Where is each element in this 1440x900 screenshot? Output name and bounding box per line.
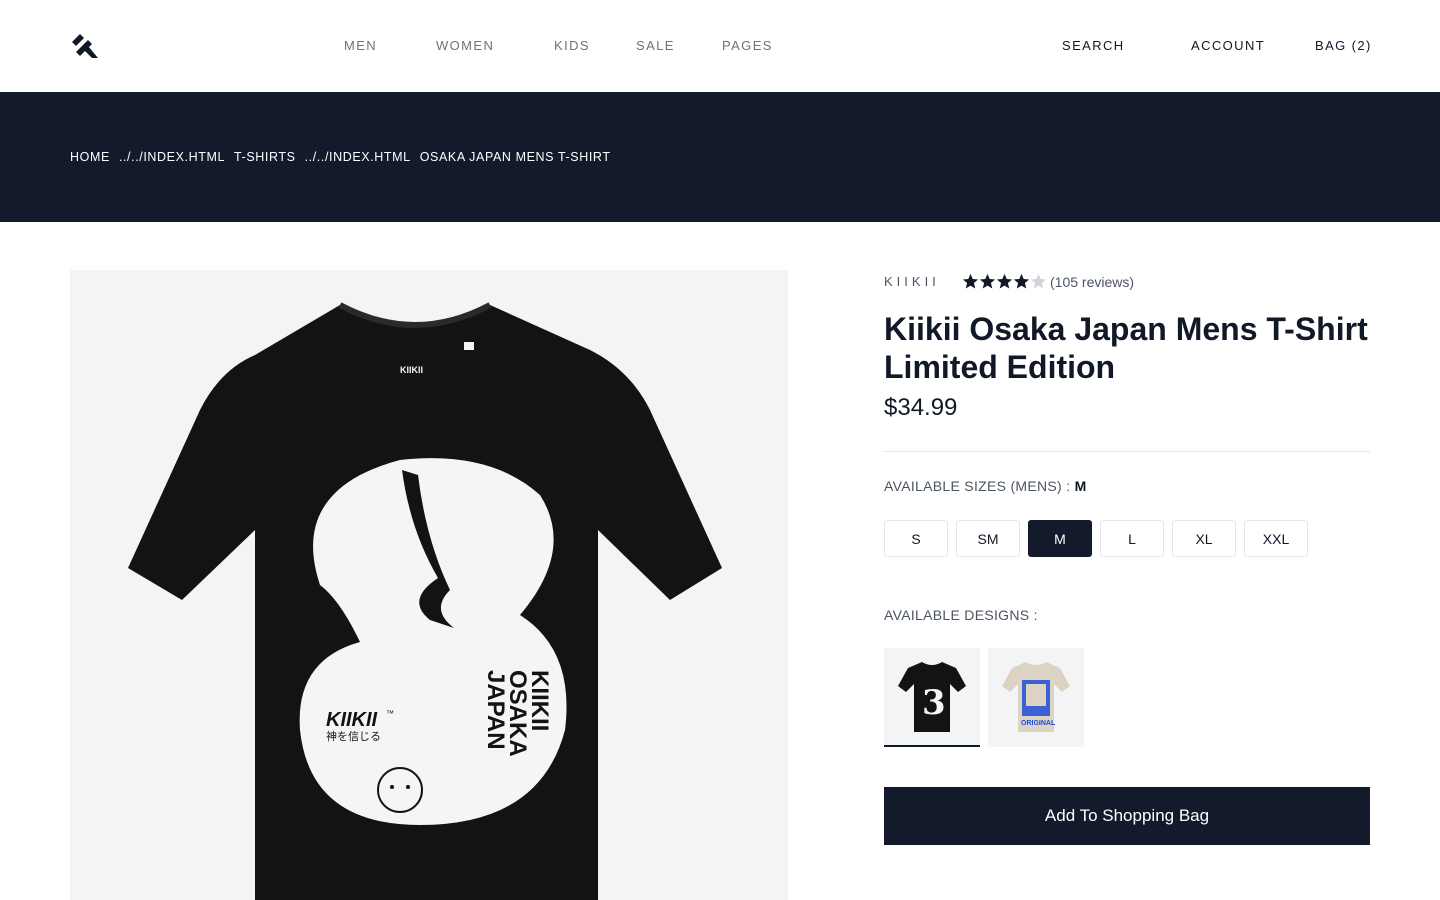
breadcrumb-link[interactable]: ../../INDEX.HTML xyxy=(119,150,225,164)
product-title: Kiikii Osaka Japan Mens T-Shirt Limited … xyxy=(884,311,1368,385)
product-image[interactable]: KIIKII ™ 神を信じる KIIKII OSAKA JAPAN KIIKII xyxy=(70,270,788,900)
rating-stars xyxy=(962,273,1047,290)
star-filled-icon xyxy=(979,273,996,289)
breadcrumb: HOME ../../INDEX.HTML T-SHIRTS ../../IND… xyxy=(70,150,611,164)
size-option-xl[interactable]: XL xyxy=(1172,520,1236,557)
sizes-label: AVAILABLE SIZES (MENS) : M xyxy=(884,478,1087,494)
search-link[interactable]: SEARCH xyxy=(1062,38,1125,53)
tshirt-illustration: KIIKII ™ 神を信じる KIIKII OSAKA JAPAN KIIKII xyxy=(128,302,722,900)
product-brand[interactable]: KIIKII xyxy=(884,274,940,289)
reviews-count[interactable]: (105 reviews) xyxy=(1050,274,1134,290)
star-empty-icon xyxy=(1030,273,1047,289)
brand-logo-icon[interactable] xyxy=(70,32,98,60)
thumbnail-numeral: 3 xyxy=(922,683,946,723)
nav-sale[interactable]: SALE xyxy=(636,38,675,53)
image-vertical-japan: JAPAN xyxy=(482,670,509,750)
nav-women[interactable]: WOMEN xyxy=(436,38,494,53)
breadcrumb-current: OSAKA JAPAN MENS T-SHIRT xyxy=(419,150,611,164)
thumbnail-caption: ORIGINAL xyxy=(1021,720,1056,727)
design-option-black[interactable]: 3 xyxy=(884,648,980,747)
divider xyxy=(884,451,1370,452)
nav-men[interactable]: MEN xyxy=(344,38,377,53)
account-link[interactable]: ACCOUNT xyxy=(1191,38,1265,53)
size-option-sm[interactable]: SM xyxy=(956,520,1020,557)
design-options: 3 ORIGINAL xyxy=(884,648,1084,747)
bag-link[interactable]: BAG (2) xyxy=(1315,38,1372,53)
size-option-m[interactable]: M xyxy=(1028,520,1092,557)
product-price: $34.99 xyxy=(884,394,958,421)
sizes-label-separator: : xyxy=(1062,478,1075,494)
designs-label: AVAILABLE DESIGNS : xyxy=(884,607,1038,623)
star-filled-icon xyxy=(962,273,979,289)
image-brand-mark: KIIKII xyxy=(326,709,378,731)
breadcrumb-tshirts[interactable]: T-SHIRTS xyxy=(234,150,296,164)
selected-size: M xyxy=(1074,478,1087,494)
breadcrumb-home[interactable]: HOME xyxy=(70,150,110,164)
site-header: MEN WOMEN KIDS SALE PAGES SEARCH ACCOUNT… xyxy=(0,0,1440,92)
nav-kids[interactable]: KIDS xyxy=(554,38,590,53)
image-trademark: ™ xyxy=(386,709,394,718)
star-filled-icon xyxy=(1013,273,1030,289)
beige-tee-thumbnail: ORIGINAL xyxy=(1002,662,1070,732)
image-japanese-text: 神を信じる xyxy=(326,729,381,743)
black-tee-thumbnail: 3 xyxy=(898,662,966,732)
neck-label-text: KIIKII xyxy=(400,365,423,375)
design-option-beige[interactable]: ORIGINAL xyxy=(988,648,1084,747)
size-options: S SM M L XL XXL xyxy=(884,520,1308,557)
nav-pages[interactable]: PAGES xyxy=(722,38,773,53)
add-to-bag-button[interactable]: Add To Shopping Bag xyxy=(884,787,1370,845)
breadcrumb-banner: HOME ../../INDEX.HTML T-SHIRTS ../../IND… xyxy=(0,92,1440,222)
sizes-label-text: AVAILABLE SIZES (MENS) xyxy=(884,478,1063,494)
size-option-l[interactable]: L xyxy=(1100,520,1164,557)
size-option-s[interactable]: S xyxy=(884,520,948,557)
star-filled-icon xyxy=(996,273,1013,289)
breadcrumb-link[interactable]: ../../INDEX.HTML xyxy=(305,150,411,164)
size-option-xxl[interactable]: XXL xyxy=(1244,520,1308,557)
